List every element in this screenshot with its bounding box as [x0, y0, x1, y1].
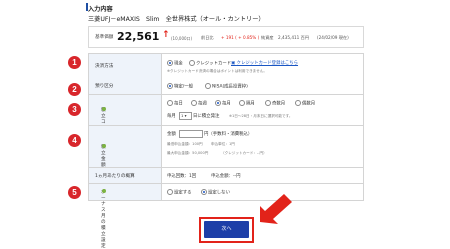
radio-icon[interactable]	[205, 83, 211, 89]
course-row: 積立コースと申込設定日 毎日 毎週 毎月 隔月 奇数月 偶数月 毎月 1 ▾ 日…	[88, 95, 364, 173]
next-button[interactable]: 次へ	[204, 221, 249, 238]
amount-unit: 円（手数料・消費税込）	[204, 132, 253, 137]
payment-row: 決済方法 現金 クレジットカード ▣ クレジットカード登録はこちら ※クレジット…	[88, 53, 364, 79]
card-max-amount: （クレジットカード：--円）	[221, 151, 267, 155]
bonus-none-option[interactable]: 設定しない	[201, 189, 230, 196]
change-value: + 191 ( + 0.85% )	[221, 35, 260, 40]
course-monthly-option[interactable]: 毎月	[215, 100, 231, 107]
radio-icon[interactable]	[201, 189, 207, 195]
monthly-note: ※1日～28日・月末日に選択可能です。	[229, 113, 293, 118]
arrow-up-icon: ↑	[162, 30, 170, 40]
monthly-total-label: 1ヵ月あたりの概算	[95, 174, 135, 179]
price-unit: (10,000口)	[171, 36, 193, 41]
asof-date: (24/02/09 現在)	[317, 35, 349, 40]
payment-cash-option[interactable]: 現金	[167, 60, 183, 67]
radio-icon[interactable]	[239, 100, 245, 106]
radio-icon[interactable]	[215, 100, 221, 106]
account-label: 預り区分	[95, 84, 114, 89]
help-icon[interactable]	[102, 189, 106, 193]
step-badge-5: 5	[68, 186, 81, 199]
radio-icon[interactable]	[295, 100, 301, 106]
min-amount: 最低申込金額：100円	[167, 142, 203, 146]
course-bimonthly-option[interactable]: 隔月	[239, 100, 255, 107]
bonus-set-option[interactable]: 設定する	[167, 189, 192, 196]
card-register-link[interactable]: ▣ クレジットカード登録はこちら	[231, 60, 298, 66]
step-badge-4: 4	[68, 134, 81, 147]
course-weekly-option[interactable]: 毎週	[191, 100, 207, 107]
radio-icon[interactable]	[167, 83, 173, 89]
radio-icon[interactable]	[167, 189, 173, 195]
step-badge-1: 1	[68, 56, 81, 69]
day-select[interactable]: 1 ▾	[179, 112, 192, 120]
monthly-prefix: 毎月	[167, 114, 176, 119]
price-label: 基準価額	[95, 35, 114, 40]
fund-name: 三菱UFJ－eMAXIS Slim 全世界株式（オール・カントリー）	[88, 16, 265, 23]
assets-label: 純資産	[261, 35, 274, 40]
apply-count: 申込回数：1回	[167, 174, 197, 179]
course-odd-month-option[interactable]: 奇数月	[265, 100, 285, 107]
radio-icon[interactable]	[191, 100, 197, 106]
step-badge-2: 2	[68, 83, 81, 96]
payment-note: ※クレジットカード決済の場合はポイントは利用できません。	[167, 69, 267, 73]
help-icon[interactable]	[102, 107, 106, 111]
account-row: 預り区分 特定/一般 NISA(成長投資枠)	[88, 78, 364, 95]
price-value: 22,561	[117, 30, 160, 43]
change-label: 前日比	[201, 35, 214, 40]
radio-icon[interactable]	[167, 100, 173, 106]
bonus-row: ボーナス月の積立設定 設定する 設定しない	[88, 184, 364, 249]
amount-row: 積立金額 金額 円（手数料・消費税込） 最低申込金額：100円 申込単位：1円 …	[88, 126, 364, 168]
pointer-arrow-icon	[260, 194, 292, 224]
amount-prefix: 金額	[167, 132, 176, 137]
account-tokutei-option[interactable]: 特定/一般	[167, 83, 193, 90]
help-icon[interactable]	[102, 144, 106, 148]
course-daily-option[interactable]: 毎日	[167, 100, 183, 107]
amount-input[interactable]	[179, 130, 203, 138]
course-even-month-option[interactable]: 偶数月	[295, 100, 315, 107]
payment-label: 決済方法	[95, 64, 114, 69]
max-amount: 最大申込金額：50,000円	[167, 151, 209, 155]
step-badge-3: 3	[68, 103, 81, 116]
monthly-total-row: 1ヵ月あたりの概算 申込回数：1回 申込金額：--円	[88, 168, 364, 184]
monthly-suffix: 日に積立発注	[193, 114, 220, 119]
assets-value: 2,435,411 百円	[278, 35, 310, 40]
radio-icon[interactable]	[265, 100, 271, 106]
payment-card-option[interactable]: クレジットカード	[189, 60, 231, 67]
account-nisa-option[interactable]: NISA(成長投資枠)	[205, 83, 248, 90]
price-box: 基準価額 22,561 ↑ (10,000口) 前日比 + 191 ( + 0.…	[88, 26, 364, 48]
radio-icon[interactable]	[167, 60, 173, 66]
radio-icon[interactable]	[189, 60, 195, 66]
unit-amount: 申込単位：1円	[211, 142, 235, 146]
apply-sum: 申込金額：--円	[211, 174, 241, 179]
section-title: 入力内容	[88, 6, 113, 13]
